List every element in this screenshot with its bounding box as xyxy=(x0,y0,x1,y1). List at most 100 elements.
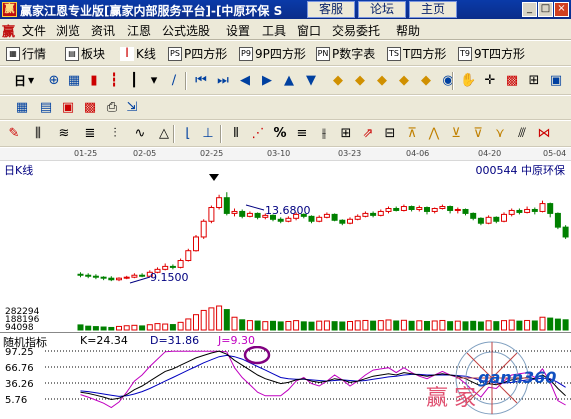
next-icon[interactable]: ▶ xyxy=(259,73,275,89)
menu-window[interactable]: 窗口 xyxy=(297,22,321,39)
hand-icon[interactable]: ✋ xyxy=(460,73,476,89)
print-icon[interactable]: ⎙ xyxy=(104,100,120,116)
candle xyxy=(485,216,492,224)
wave-icon[interactable]: ∿ xyxy=(132,126,148,142)
line-icon[interactable]: ∕ xyxy=(166,73,182,89)
grid-view-icon[interactable]: ▦ xyxy=(66,73,82,89)
chart-window-icon[interactable]: ▣ xyxy=(60,100,76,116)
menu-file[interactable]: 文件 xyxy=(22,22,46,39)
volume-bar xyxy=(562,319,569,331)
gann-angle-icon[interactable]: ⋀ xyxy=(426,126,442,142)
triangle-icon[interactable]: △ xyxy=(156,126,172,142)
prev-icon[interactable]: ◀ xyxy=(237,73,253,89)
page-up-icon[interactable]: ▲ xyxy=(281,73,297,89)
zoom-icon[interactable]: ⊕ xyxy=(46,73,62,89)
close-button[interactable]: × xyxy=(554,2,569,17)
toolbar-separator xyxy=(452,72,454,90)
bar-chart-icon[interactable]: ▮ xyxy=(86,73,102,89)
candle xyxy=(408,206,415,210)
quotes-button[interactable]: ▦ 行情 xyxy=(6,45,46,62)
save-icon[interactable]: ▩ xyxy=(82,100,98,116)
percent-icon[interactable]: % xyxy=(272,126,288,142)
gann-grid-icon[interactable]: ⊻ xyxy=(448,126,464,142)
move-left-icon[interactable]: ◆ xyxy=(374,73,390,89)
candle xyxy=(531,208,538,212)
menu-browse[interactable]: 浏览 xyxy=(56,22,80,39)
gann-square-icon[interactable]: ⊼ xyxy=(404,126,420,142)
level-lines-icon[interactable]: ⦀ xyxy=(228,126,244,142)
color-blocks-icon[interactable]: ▩ xyxy=(504,73,520,89)
candle xyxy=(131,274,138,278)
ohlc-bars-icon[interactable]: ⫼ xyxy=(30,126,46,142)
export-icon[interactable]: ⇲ xyxy=(124,100,140,116)
period-selector[interactable]: 日 ▼ xyxy=(14,72,34,89)
menu-trade[interactable]: 交易委托 xyxy=(332,22,380,39)
candle xyxy=(108,277,115,281)
menu-gann[interactable]: 江恩 xyxy=(127,22,151,39)
candle xyxy=(193,236,199,252)
fib-lines-icon[interactable]: ≡ xyxy=(294,126,310,142)
table-icon[interactable]: ▤ xyxy=(38,100,54,116)
candle xyxy=(169,265,176,268)
p-number-table-button[interactable]: PN P数字表 xyxy=(316,45,375,62)
gann-bars-icon[interactable]: ≋ xyxy=(56,126,72,142)
crosshair-icon[interactable]: ✛ xyxy=(482,73,498,89)
kline-button[interactable]: ┃ K线 xyxy=(120,45,156,62)
arrow-icon[interactable]: ⇗ xyxy=(360,126,376,142)
main-toolbar: ▦ 行情 ▤ 板块 ┃ K线 PS P四方形 P9 9P四方形 PN P数字表 … xyxy=(0,41,571,66)
chart-panel[interactable]: 01-25 02-05 02-25 03-10 03-23 04-06 04-2… xyxy=(0,148,571,416)
homepage-button[interactable]: 主页 xyxy=(409,1,457,18)
move-right-icon[interactable]: ◆ xyxy=(396,73,412,89)
ohlc-bar-icon[interactable]: ┃ xyxy=(126,73,142,89)
step-forward-icon[interactable]: ⏭ xyxy=(215,73,231,89)
service-button[interactable]: 客服 xyxy=(307,1,355,18)
drawing-toolbar: ✎ ⫼ ≋ ≣ ⫶ ∿ △ ⌊ ⊥ ⦀ ⋰ % ≡ ⫲ ⊞ ⇗ ⊟ ⊼ ⋀ ⊻ … xyxy=(0,121,571,147)
tick-bars-icon[interactable]: ⫶ xyxy=(107,126,123,142)
t-square-label: T四方形 xyxy=(403,47,447,61)
9t-square-button[interactable]: T9 9T四方形 xyxy=(458,45,525,62)
pn-icon: PN xyxy=(316,46,330,61)
maximize-button[interactable]: □ xyxy=(538,2,553,17)
fan-icon[interactable]: ⋰ xyxy=(250,126,266,142)
menu-news[interactable]: 资讯 xyxy=(91,22,115,39)
volume-bar xyxy=(246,320,253,331)
minimize-button[interactable]: _ xyxy=(522,2,537,17)
zoom-in-icon[interactable]: ◆ xyxy=(330,73,346,89)
move-up-icon[interactable]: ◆ xyxy=(418,73,434,89)
9p-square-button[interactable]: P9 9P四方形 xyxy=(239,45,306,62)
menu-settings[interactable]: 设置 xyxy=(226,22,250,39)
cycle-icon[interactable]: ⊥ xyxy=(200,126,216,142)
candle xyxy=(254,212,261,218)
toolbar-separator xyxy=(173,125,175,143)
gann-fan-icon[interactable]: ⋎ xyxy=(492,126,508,142)
menu-formula[interactable]: 公式选股 xyxy=(162,22,210,39)
forum-button[interactable]: 论坛 xyxy=(358,1,406,18)
pencil-icon[interactable]: ✎ xyxy=(6,126,22,142)
t-square-button[interactable]: TS T四方形 xyxy=(387,45,446,62)
box-icon[interactable]: ⊟ xyxy=(382,126,398,142)
high-pointer xyxy=(245,204,265,211)
layout-icon[interactable]: ▣ xyxy=(548,73,564,89)
candle xyxy=(539,203,546,212)
candles-icon[interactable]: ┇ xyxy=(106,73,122,89)
chevron-down-icon[interactable]: ▾ xyxy=(146,73,162,89)
gann-box-icon[interactable]: ⊽ xyxy=(470,126,486,142)
time-cycle-icon[interactable]: ⫻ xyxy=(514,126,530,142)
channel-icon[interactable]: ⫲ xyxy=(316,126,332,142)
scale-icon[interactable]: ⊞ xyxy=(526,73,542,89)
menu-help[interactable]: 帮助 xyxy=(396,22,420,39)
calendar-icon[interactable]: ▦ xyxy=(14,100,30,116)
toolbar-separator xyxy=(185,72,187,90)
page-down-icon[interactable]: ▼ xyxy=(303,73,319,89)
spiral-icon[interactable]: ⋈ xyxy=(536,126,552,142)
volume-bar xyxy=(400,319,407,331)
candle xyxy=(393,208,400,211)
bracket-icon[interactable]: ⌊ xyxy=(180,126,196,142)
p-square-button[interactable]: PS P四方形 xyxy=(168,45,227,62)
menu-tools[interactable]: 工具 xyxy=(262,22,286,39)
grid-lines-icon[interactable]: ⊞ xyxy=(338,126,354,142)
step-back-icon[interactable]: ⏮ xyxy=(193,73,209,89)
sectors-button[interactable]: ▤ 板块 xyxy=(65,45,105,62)
zoom-out-icon[interactable]: ◆ xyxy=(352,73,368,89)
gann-lines-icon[interactable]: ≣ xyxy=(82,126,98,142)
